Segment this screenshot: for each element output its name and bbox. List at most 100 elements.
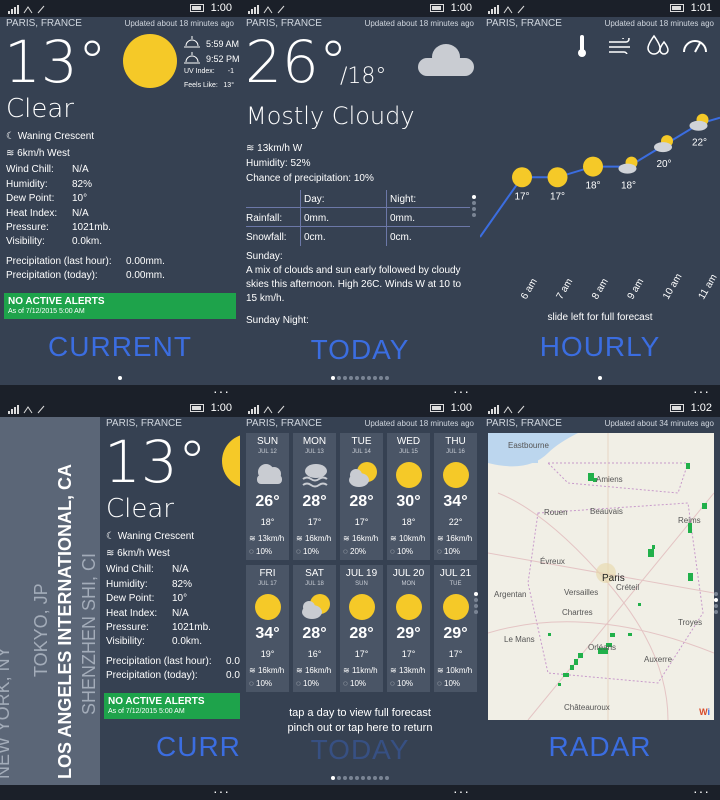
map-city-label: Orléans xyxy=(588,643,617,652)
updated-label: Updated about 18 minutes ago xyxy=(364,419,474,428)
day-date: JUL 12 xyxy=(258,449,277,455)
day-date: TUE xyxy=(449,581,462,587)
pressure-gauge-icon[interactable] xyxy=(682,36,708,54)
clock: 1:02 xyxy=(690,402,712,414)
day-name: WED xyxy=(396,436,421,447)
current-panel[interactable]: 1:00 PARIS, FRANCE Updated about 18 minu… xyxy=(0,0,240,400)
app-bar: ··· xyxy=(0,784,240,800)
clock: 1:00 xyxy=(210,402,232,414)
day-pop: ◌ 10% xyxy=(437,547,461,556)
wind-row: ≋ 6km/h West xyxy=(106,548,170,559)
hourly-temp-label: 17° xyxy=(550,191,565,202)
location-label: PARIS, FRANCE xyxy=(246,418,322,429)
sun-icon xyxy=(583,156,603,177)
wind-icon: ≋ xyxy=(6,148,18,159)
more-menu-button[interactable]: ··· xyxy=(453,384,470,398)
more-menu-button[interactable]: ··· xyxy=(693,384,710,398)
forecast-hint-1[interactable]: tap a day to view full forecast xyxy=(240,707,480,719)
location-item[interactable]: TOKYO, JP xyxy=(31,583,52,677)
map-city-label: Amiens xyxy=(596,475,623,484)
precip-today-row: Precipitation (today): 0.0 xyxy=(106,670,240,681)
day-low: 17° xyxy=(307,517,322,527)
today-high: 26° xyxy=(245,28,348,96)
drop-icon: ◌ xyxy=(390,679,395,688)
page-title[interactable]: CURRE xyxy=(156,731,240,763)
map-city-label: Eastbourne xyxy=(508,441,549,450)
location-item[interactable]: NEW YORK, NY xyxy=(0,646,14,779)
drop-icon: ◌ xyxy=(296,679,301,688)
sun-icon xyxy=(442,593,470,621)
day-date: JUL 14 xyxy=(352,449,371,455)
battery-icon xyxy=(430,4,444,12)
updated-label: Updated about 18 minutes ago xyxy=(604,19,714,28)
page-indicator xyxy=(240,776,480,780)
sunset-time: 9:52 PM xyxy=(206,54,240,64)
location-item[interactable]: SHENZHEN SHI, CI xyxy=(79,553,100,715)
col-night: Night: xyxy=(390,194,417,205)
more-menu-button[interactable]: ··· xyxy=(453,784,470,798)
day-high: 28° xyxy=(349,625,374,642)
sun-icon xyxy=(222,434,240,488)
drop-icon: ◌ xyxy=(296,547,301,556)
hourly-chart[interactable]: 17° 6 am 17° 7 am 18° 8 am 18° 9 am 20° 10 am 22° 1… xyxy=(480,100,720,320)
today-panel[interactable]: 1:00 PARIS, FRANCE Updated about 18 minu… xyxy=(240,0,480,400)
forecast-day-tile[interactable]: THU JUL 16 34° 22° ≋ 16km/h ◌ 10% xyxy=(434,433,477,560)
page-title[interactable]: TODAY xyxy=(240,334,480,366)
alerts-banner[interactable]: NO ACTIVE ALERTS As of 7/12/2015 5:00 AM xyxy=(104,693,240,719)
location-label: PARIS, FRANCE xyxy=(486,18,562,29)
map-city-label: Auxerre xyxy=(644,655,673,664)
forecast-panel[interactable]: 1:00 PARIS, FRANCE Updated about 18 minu… xyxy=(240,400,480,800)
forecast-day-tile[interactable]: SAT JUL 18 28° 16° ≋ 16km/h ◌ 10% xyxy=(293,565,336,692)
precipitation-icon[interactable] xyxy=(647,34,671,56)
day-name: JUL 21 xyxy=(439,568,472,579)
forecast-day-tile[interactable]: MON JUL 13 28° 17° ≋ 16km/h ◌ 10% xyxy=(293,433,336,560)
alerts-banner[interactable]: NO ACTIVE ALERTS As of 7/12/2015 5:00 AM xyxy=(4,293,236,319)
more-menu-button[interactable]: ··· xyxy=(213,784,230,798)
forecast-day-tile[interactable]: WED JUL 15 30° 18° ≋ 10km/h ◌ 10% xyxy=(387,433,430,560)
fog-icon xyxy=(301,461,329,489)
day-pop: ◌ 10% xyxy=(249,547,273,556)
moon-icon: ☾ xyxy=(6,131,18,142)
forecast-day-tile[interactable]: SUN JUL 12 26° 18° ≋ 13km/h ◌ 10% xyxy=(246,433,289,560)
day-low: 18° xyxy=(260,517,275,527)
uv-value: -1 xyxy=(227,68,234,75)
location-item[interactable]: LOS ANGELES INTERNATIONAL, CA xyxy=(55,464,76,779)
forecast-day-tile[interactable]: JUL 20 MON 29° 17° ≋ 13km/h ◌ 10% xyxy=(387,565,430,692)
battery-icon xyxy=(670,404,684,412)
signal-icon xyxy=(8,405,45,414)
thermometer-icon[interactable] xyxy=(576,34,588,58)
rain-night: 0mm. xyxy=(390,213,415,224)
day-high: 29° xyxy=(443,625,468,642)
day-name: JUL 19 xyxy=(345,568,378,579)
more-menu-button[interactable]: ··· xyxy=(213,384,230,398)
hourly-temp-label: 20° xyxy=(656,159,671,170)
forecast-day-tile[interactable]: JUL 21 TUE 29° 17° ≋ 10km/h ◌ 10% xyxy=(434,565,477,692)
alerts-subtitle: As of 7/12/2015 5:00 AM xyxy=(108,708,185,715)
page-title[interactable]: RADAR xyxy=(480,731,720,763)
page-title[interactable]: CURRENT xyxy=(0,331,240,363)
current-temp: 13° xyxy=(4,28,107,96)
day-name: FRI xyxy=(259,568,276,579)
page-title[interactable]: HOURLY xyxy=(480,331,720,363)
today-wind-row: ≋ 13km/h W xyxy=(246,143,303,154)
forecast-hint-2[interactable]: pinch out or tap here to return xyxy=(240,722,480,734)
locations-sidebar: NEW YORK, NY TOKYO, JP LOS ANGELES INTER… xyxy=(0,417,100,785)
battery-icon xyxy=(190,4,204,12)
hourly-panel[interactable]: 1:01 PARIS, FRANCE Updated about 18 minu… xyxy=(480,0,720,400)
locations-panel[interactable]: 1:00 NEW YORK, NY TOKYO, JP LOS ANGELES … xyxy=(0,400,240,800)
radar-map[interactable]: Eastbourne Amiens Rouen Beauvais Reims Évreux… xyxy=(488,433,714,720)
day-name: TUE xyxy=(351,436,372,447)
radar-panel[interactable]: 1:02 PARIS, FRANCE Updated about 34 minu… xyxy=(480,400,720,800)
forecast-day-tile[interactable]: TUE JUL 14 28° 17° ≋ 16km/h ◌ 20% xyxy=(340,433,383,560)
slide-hint: slide left for full forecast xyxy=(547,312,653,323)
sun-icon xyxy=(395,593,423,621)
drop-icon: ◌ xyxy=(390,547,395,556)
wind-icon[interactable] xyxy=(608,38,634,54)
forecast-day-tile[interactable]: FRI JUL 17 34° 19° ≋ 16km/h ◌ 10% xyxy=(246,565,289,692)
day-name: SAT xyxy=(305,568,324,579)
day-high: 26° xyxy=(255,493,280,510)
signal-icon xyxy=(488,5,525,14)
more-menu-button[interactable]: ··· xyxy=(693,784,710,798)
forecast-day-tile[interactable]: JUL 19 SUN 28° 17° ≋ 11km/h ◌ 10% xyxy=(340,565,383,692)
wind-icon: ≋ xyxy=(437,534,444,543)
